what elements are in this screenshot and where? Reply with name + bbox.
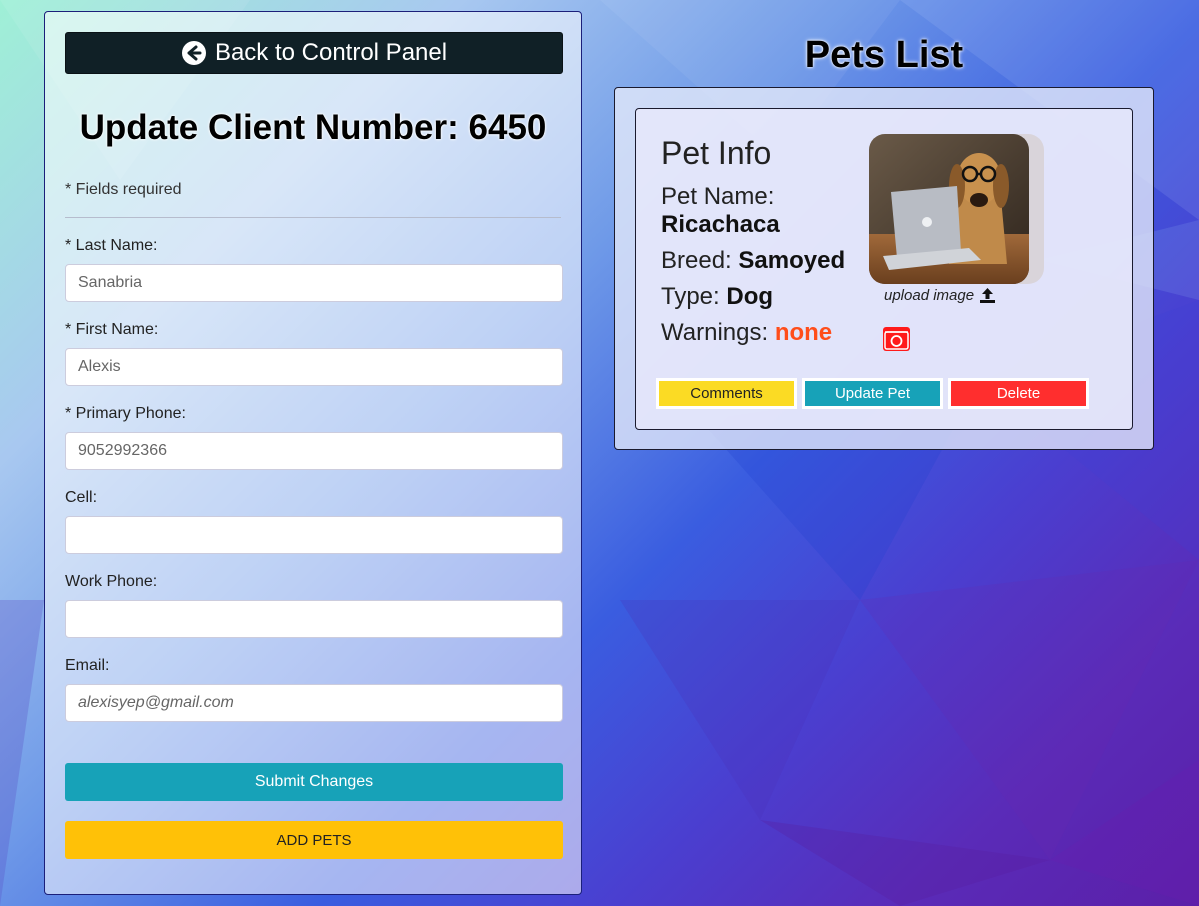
pet-name-value-row: Ricachaca [661,211,780,239]
last-name-input[interactable] [65,264,563,302]
comments-button[interactable]: Comments [656,378,797,409]
back-button-label: Back to Control Panel [214,39,448,66]
required-fields-note: * Fields required [65,181,182,198]
add-pets-button[interactable]: ADD PETS [65,821,563,859]
pet-info-heading: Pet Info [661,135,772,171]
pet-warnings-value: none [774,319,833,346]
cell-input[interactable] [65,516,563,554]
page-title: Update Client Number: 6450 [79,108,547,147]
pet-photo-frame [869,134,1044,284]
update-pet-button[interactable]: Update Pet [802,378,943,409]
pet-name-row: Pet Name: [661,183,774,211]
back-to-control-panel-button[interactable]: Back to Control Panel [65,32,563,74]
pet-type-row: Type: Dog [661,283,773,311]
work-phone-input[interactable] [65,600,563,638]
pet-breed-label: Breed: [661,247,732,274]
first-name-input[interactable] [65,348,563,386]
last-name-label: * Last Name: [65,237,158,254]
primary-phone-label: * Primary Phone: [65,405,186,422]
pet-warnings-label: Warnings: [661,319,769,346]
pet-card: Pet Info Pet Name: Ricachaca Breed: Samo… [635,108,1133,430]
pet-breed-row: Breed: Samoyed [661,247,845,275]
pet-name-value: Ricachaca [661,211,780,238]
pet-warnings-row: Warnings: none [661,319,832,347]
work-phone-label: Work Phone: [65,573,158,590]
pet-name-label: Pet Name: [661,183,775,210]
primary-phone-input[interactable] [65,432,563,470]
client-update-panel: Back to Control Panel Update Client Numb… [44,11,582,895]
email-input[interactable] [65,684,563,722]
pet-breed-value: Samoyed [738,247,846,274]
arrow-left-circle-icon [181,41,206,65]
email-label: Email: [65,657,110,674]
divider [65,217,561,218]
submit-changes-button[interactable]: Submit Changes [65,763,563,801]
pets-list-container: Pet Info Pet Name: Ricachaca Breed: Samo… [614,87,1154,450]
camera-icon[interactable] [883,327,910,351]
cell-label: Cell: [65,489,98,506]
upload-image-link[interactable]: upload image [884,287,996,304]
first-name-label: * First Name: [65,321,159,338]
pet-type-label: Type: [661,283,720,310]
pets-list-title: Pets List [804,34,964,76]
delete-pet-button[interactable]: Delete [948,378,1089,409]
pet-type-value: Dog [726,283,774,310]
upload-icon [980,288,996,303]
pet-photo [869,134,1029,284]
upload-image-label: upload image [884,287,975,304]
